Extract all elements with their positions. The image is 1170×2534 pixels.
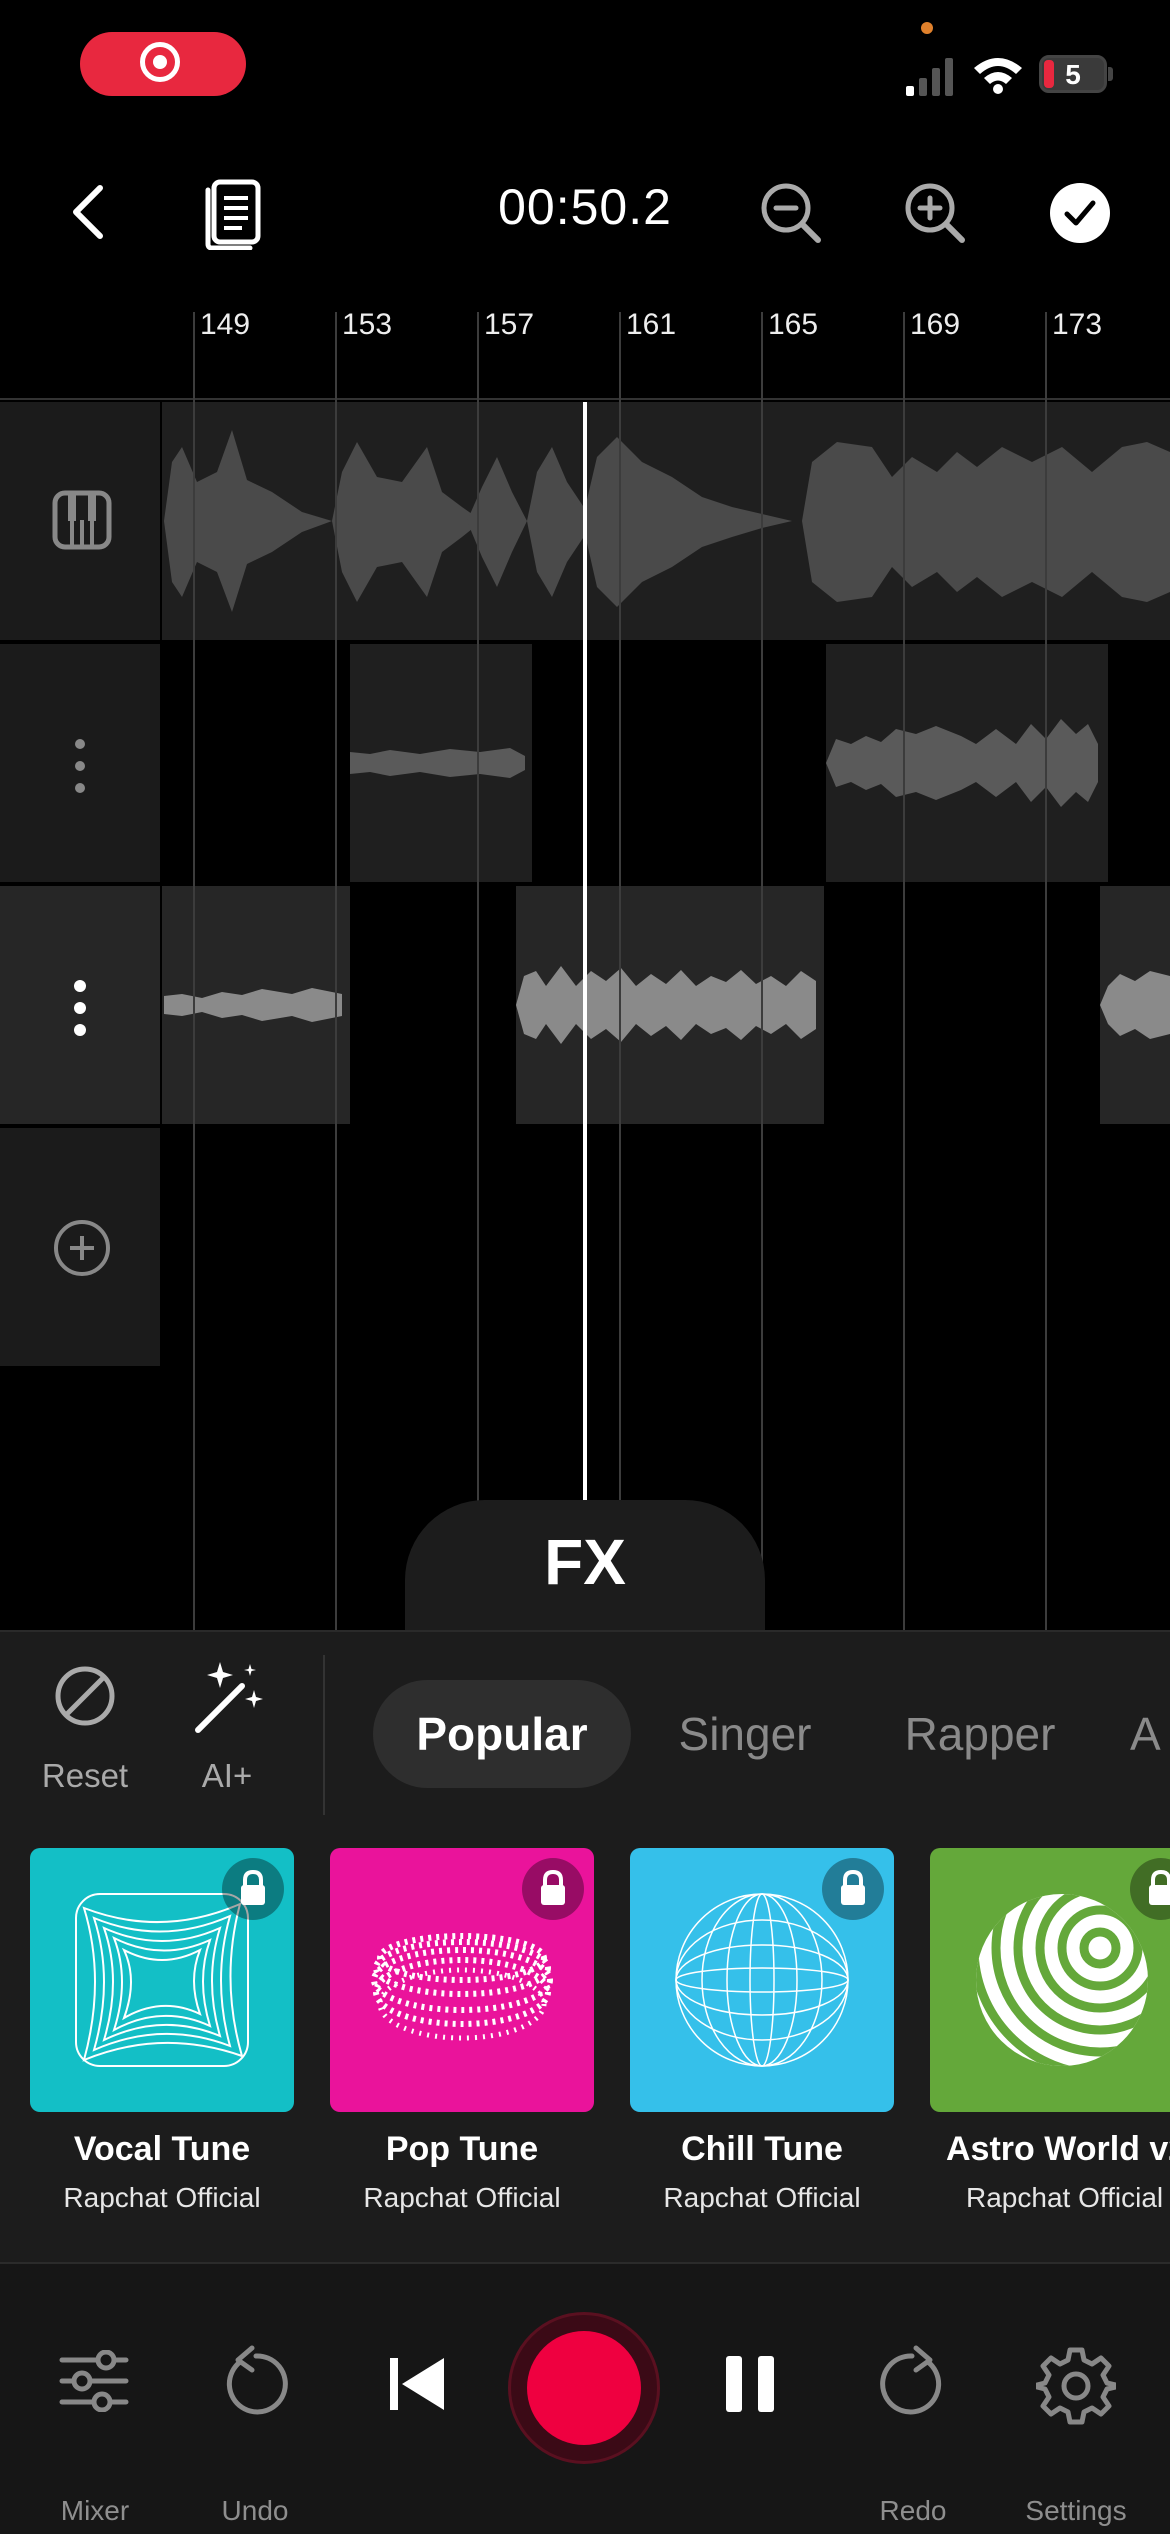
waveform xyxy=(826,719,1098,807)
lock-icon xyxy=(1149,1869,1170,1905)
ruler-tick: 153 xyxy=(342,308,393,341)
reset-label: Reset xyxy=(41,1757,129,1794)
lock-badge xyxy=(1130,1858,1170,1920)
ruler-tick: 149 xyxy=(200,308,251,341)
audio-clip-track-2b[interactable] xyxy=(826,644,1108,882)
effect-author: Rapchat Official xyxy=(363,2182,561,2213)
grid-line xyxy=(477,312,479,1630)
effect-card-pop-tune[interactable] xyxy=(330,1848,594,2112)
add-circle-icon xyxy=(54,1220,110,1276)
ai-plus-label: AI+ xyxy=(201,1757,253,1794)
effect-title: Chill Tune xyxy=(681,2130,843,2168)
undo-label: Undo xyxy=(221,2495,289,2526)
effect-card-astro-world[interactable] xyxy=(930,1848,1170,2112)
track-header-piano[interactable] xyxy=(0,402,160,640)
settings-gear-icon[interactable] xyxy=(1036,2346,1116,2426)
pause-icon[interactable] xyxy=(720,2352,780,2416)
dotted-ring-art-icon xyxy=(371,1933,553,2041)
record-dot-icon xyxy=(153,55,167,69)
redo-icon[interactable] xyxy=(874,2344,950,2420)
waveform xyxy=(516,966,816,1044)
wifi-icon xyxy=(974,58,1022,94)
reset-button[interactable]: Reset xyxy=(30,1665,140,1815)
striped-sphere-art-icon xyxy=(976,1894,1148,2066)
effect-title: Astro World v2 xyxy=(946,2130,1170,2168)
battery-tip xyxy=(1108,67,1113,81)
audio-clip-track-2a[interactable] xyxy=(350,644,532,882)
more-options-icon[interactable] xyxy=(72,978,88,1038)
grid-line xyxy=(1045,312,1047,1630)
effect-title: Pop Tune xyxy=(385,2130,539,2168)
audio-clip-track-1[interactable] xyxy=(162,402,1170,640)
waveform xyxy=(1100,971,1170,1039)
audio-clip-track-3c[interactable] xyxy=(1100,886,1170,1124)
mixer-icon[interactable] xyxy=(58,2350,130,2412)
fx-tab-label: FX xyxy=(544,1526,626,1598)
grid-line xyxy=(619,312,621,1630)
magic-wand-icon xyxy=(195,1662,263,1733)
waveform xyxy=(164,430,1170,612)
effect-author: Rapchat Official xyxy=(63,2182,261,2213)
lock-icon xyxy=(541,1869,565,1905)
effect-author: Rapchat Official xyxy=(663,2182,861,2213)
skip-to-start-icon[interactable] xyxy=(386,2352,450,2416)
playback-time: 00:50.2 xyxy=(498,179,672,235)
divider xyxy=(323,1655,325,1815)
playhead[interactable] xyxy=(583,402,587,1502)
lock-icon xyxy=(841,1869,865,1905)
ruler-tick: 157 xyxy=(484,308,535,341)
zoom-out-icon[interactable] xyxy=(758,180,824,246)
track-header-2[interactable] xyxy=(0,644,160,882)
mixer-label: Mixer xyxy=(60,2495,130,2526)
audio-clip-track-3b[interactable] xyxy=(516,886,824,1124)
effect-card-vocal-tune[interactable] xyxy=(30,1848,294,2112)
lock-badge xyxy=(522,1858,584,1920)
ruler-tick: 165 xyxy=(768,308,819,341)
record-button[interactable] xyxy=(508,2312,660,2464)
effect-author: Rapchat Official xyxy=(966,2182,1164,2213)
screen-recording-indicator[interactable] xyxy=(80,32,246,96)
mic-in-use-dot xyxy=(921,22,933,34)
ruler-divider xyxy=(0,398,1170,400)
grid-line xyxy=(903,312,905,1630)
waveform xyxy=(164,988,342,1022)
battery-icon: 5 xyxy=(1039,55,1107,93)
done-check-icon[interactable] xyxy=(1049,182,1111,244)
add-track-button[interactable] xyxy=(0,1128,160,1366)
effect-card-chill-tune[interactable] xyxy=(630,1848,894,2112)
lock-icon xyxy=(241,1869,265,1905)
settings-label: Settings xyxy=(1025,2495,1127,2526)
record-dot xyxy=(527,2331,641,2445)
category-more[interactable]: A xyxy=(1130,1680,1170,1788)
ruler-tick: 161 xyxy=(626,308,677,341)
reset-icon xyxy=(55,1666,115,1726)
zoom-in-icon[interactable] xyxy=(902,180,968,246)
grid-line xyxy=(193,312,195,1630)
undo-icon[interactable] xyxy=(218,2344,294,2420)
cellular-signal-icon xyxy=(906,58,953,96)
audio-clip-track-3a[interactable] xyxy=(162,886,350,1124)
lock-badge xyxy=(222,1858,284,1920)
battery-level: 5 xyxy=(1065,59,1081,90)
waveform xyxy=(350,748,525,778)
back-icon[interactable] xyxy=(62,182,112,242)
category-popular[interactable]: Popular xyxy=(373,1680,631,1788)
piano-icon xyxy=(52,490,112,550)
ruler-tick: 173 xyxy=(1052,308,1103,341)
redo-label: Redo xyxy=(879,2495,947,2526)
ruler-tick: 169 xyxy=(910,308,961,341)
grid-line xyxy=(761,312,763,1630)
track-header-3[interactable] xyxy=(0,886,160,1124)
effect-title: Vocal Tune xyxy=(73,2130,251,2168)
grid-line xyxy=(335,312,337,1630)
more-options-icon[interactable] xyxy=(72,736,88,796)
lock-badge xyxy=(822,1858,884,1920)
category-rapper[interactable]: Rapper xyxy=(880,1680,1080,1788)
category-singer[interactable]: Singer xyxy=(650,1680,840,1788)
lyrics-icon[interactable] xyxy=(204,178,264,250)
ai-plus-button[interactable]: AI+ xyxy=(172,1660,282,1815)
